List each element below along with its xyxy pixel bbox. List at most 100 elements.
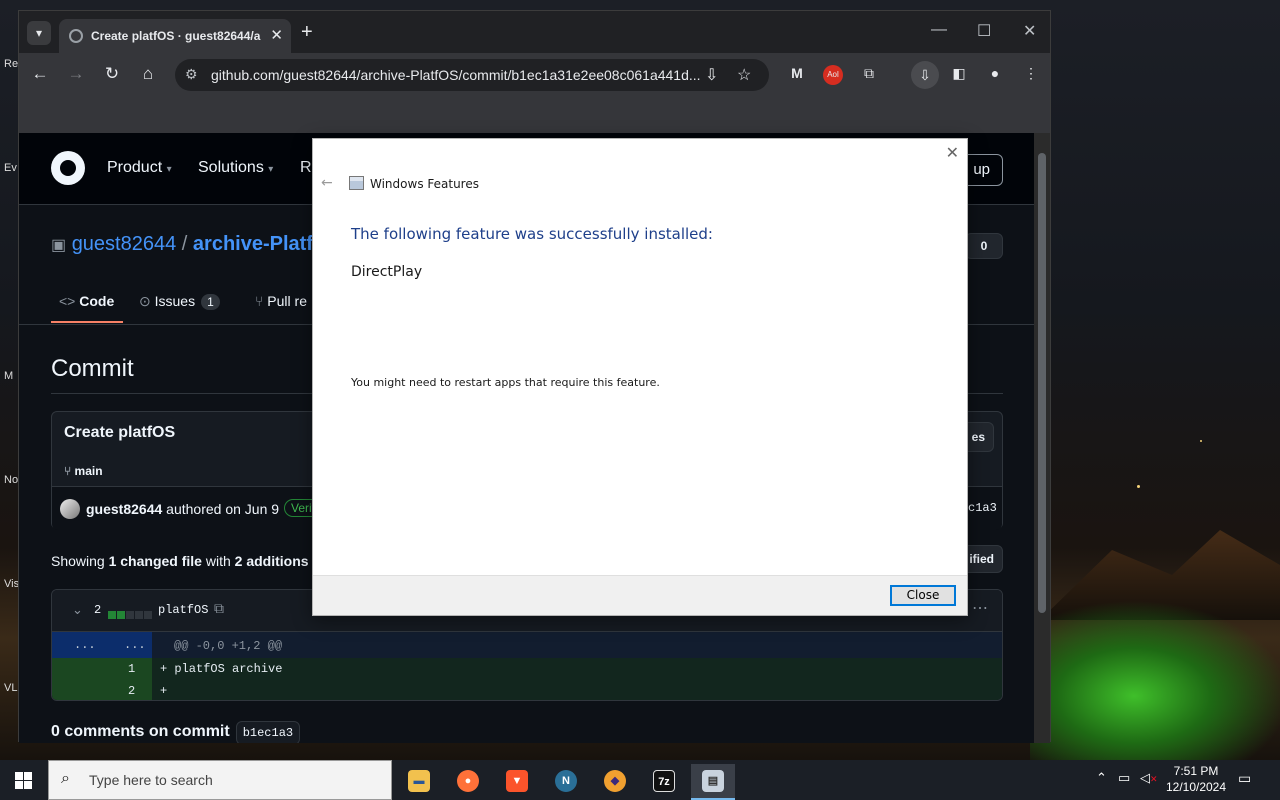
network-icon[interactable]: ▭ <box>1118 770 1130 786</box>
tab-code[interactable]: <> Code <box>59 293 114 309</box>
star-count[interactable]: 0 <box>965 233 1003 259</box>
profile-icon[interactable]: ● <box>985 65 1005 85</box>
tab-issues[interactable]: ⊙ Issues 1 <box>139 293 220 310</box>
wallpaper-star <box>1200 440 1202 442</box>
nav-solutions[interactable]: Solutions ▾ <box>198 159 273 177</box>
tab-pull-requests[interactable]: ⑂ Pull re <box>255 293 307 309</box>
authored-date: authored on Jun 9 <box>166 501 280 517</box>
browser-toolbar: ← → ↻ ⌂ ⚙ github.com/guest82644/archive-… <box>19 53 1050 97</box>
aol-extension-icon[interactable]: Aol <box>823 65 843 85</box>
dialog-close-icon[interactable]: ✕ <box>946 143 959 162</box>
nav-label: Product <box>107 159 163 176</box>
issue-icon: ⊙ <box>139 293 151 309</box>
copy-icon[interactable]: ⧉ <box>214 600 224 617</box>
diffstat-neutral <box>126 611 134 619</box>
browser-tab-active[interactable]: Create platfOS · guest82644/ar ✕ <box>59 19 291 53</box>
branch-name: main <box>74 464 103 478</box>
firefox-icon: ● <box>457 770 479 792</box>
7zip-icon: 7z <box>653 770 675 792</box>
additions-count: 2 additions <box>234 553 309 569</box>
scrollbar-thumb[interactable] <box>1038 153 1046 613</box>
extensions-puzzle-icon[interactable]: ⧉ <box>859 65 879 85</box>
close-button[interactable]: Close <box>890 585 956 606</box>
windows-features-dialog: ✕ ← Windows Features The following featu… <box>312 138 968 616</box>
notification-center-icon[interactable]: ▭ <box>1238 770 1251 787</box>
line-number: 2 <box>128 684 136 698</box>
line-gutter[interactable]: 1 <box>52 658 152 680</box>
site-info-icon[interactable]: ⚙ <box>185 66 198 83</box>
back-arrow-icon[interactable]: ← <box>29 64 51 84</box>
taskbar-search[interactable]: ⌕ Type here to search <box>48 760 392 800</box>
line-text: + platfOS archive <box>160 662 283 676</box>
system-clock[interactable]: 7:51 PM 12/10/2024 <box>1160 763 1232 795</box>
avatar[interactable] <box>60 499 80 519</box>
diffstat-bars <box>108 606 153 624</box>
line-text: + <box>160 684 168 698</box>
chevron-down-icon[interactable]: ⌄ <box>72 602 83 618</box>
tray-overflow-icon[interactable]: ⌃ <box>1096 770 1107 786</box>
malwarebytes-extension-icon[interactable]: M <box>787 65 807 85</box>
side-panel-icon[interactable]: ◧ <box>949 65 969 85</box>
start-button[interactable] <box>0 760 48 800</box>
windows-logo-icon <box>24 772 32 780</box>
url-text[interactable]: github.com/guest82644/archive-PlatfOS/co… <box>211 67 701 83</box>
new-tab-button[interactable]: + <box>301 21 313 44</box>
diffstat-neutral <box>135 611 143 619</box>
changed-files-count: 1 changed file <box>108 553 202 569</box>
branch-icon: ⑂ <box>64 464 72 478</box>
bookmark-bar <box>19 97 1050 133</box>
issue-counter: 1 <box>201 294 220 310</box>
home-icon[interactable]: ⌂ <box>137 64 159 84</box>
github-favicon-icon <box>69 29 83 43</box>
tab-close-icon[interactable]: ✕ <box>270 26 283 44</box>
window-close-icon[interactable]: ✕ <box>1023 21 1036 41</box>
taskbar-app-brave[interactable]: ▼ <box>495 764 539 800</box>
hunk-expand[interactable]: ... ... <box>52 632 152 658</box>
diff-line: 1 + platfOS archive <box>52 658 1002 680</box>
github-logo-icon[interactable] <box>51 151 85 185</box>
downloads-icon[interactable]: ⇩ <box>911 61 939 89</box>
hunk-header: ... ... @@ -0,0 +1,2 @@ <box>52 632 1002 658</box>
file-name[interactable]: platfOS <box>158 603 208 617</box>
menu-kebab-icon[interactable]: ⋮ <box>1021 65 1041 85</box>
commit-sha[interactable]: c1a3 <box>968 501 997 515</box>
comments-label: 0 comments on commit <box>51 723 230 740</box>
repo-owner-link[interactable]: guest82644 <box>72 233 177 255</box>
install-app-icon[interactable]: ⇩ <box>705 65 718 85</box>
minimize-icon[interactable]: — <box>931 21 947 39</box>
forward-arrow-icon[interactable]: → <box>65 64 87 84</box>
bookmark-star-icon[interactable]: ☆ <box>737 65 751 85</box>
search-icon: ⌕ <box>61 770 70 787</box>
tab-search-dropdown[interactable]: ▾ <box>27 21 51 45</box>
taskbar-app-n[interactable]: N <box>544 764 588 800</box>
branch-label[interactable]: ⑂ main <box>64 464 103 478</box>
nav-product[interactable]: Product ▾ <box>107 159 172 177</box>
address-bar[interactable]: ⚙ github.com/guest82644/archive-PlatfOS/… <box>175 59 769 91</box>
page-scrollbar[interactable] <box>1034 133 1050 743</box>
more-options-icon[interactable]: ⋯ <box>972 598 988 618</box>
maximize-icon[interactable]: ☐ <box>977 21 991 41</box>
chevron-down-icon: ▾ <box>166 164 172 175</box>
taskbar-app-firefox[interactable]: ● <box>446 764 490 800</box>
tab-label: Pull re <box>267 293 307 309</box>
windows-features-icon: ▤ <box>702 770 724 792</box>
repo-name-link[interactable]: archive-Platf <box>193 233 313 255</box>
author-link[interactable]: guest82644 <box>86 501 162 517</box>
taskbar-app-windows-features[interactable]: ▤ <box>691 764 735 800</box>
chevron-down-icon: ▾ <box>268 164 274 175</box>
reload-icon[interactable]: ↻ <box>101 64 123 84</box>
taskbar-app-shield[interactable]: ◆ <box>593 764 637 800</box>
taskbar-app-file-explorer[interactable]: ▬ <box>397 764 441 800</box>
diffstat-add <box>108 611 116 619</box>
installed-feature-name: DirectPlay <box>351 264 423 280</box>
commit-title: Create platfOS <box>64 424 176 441</box>
taskbar-app-7zip[interactable]: 7z <box>642 764 686 800</box>
back-arrow-icon[interactable]: ← <box>321 175 333 191</box>
clock-date: 12/10/2024 <box>1165 780 1227 794</box>
tab-bar: ▾ Create platfOS · guest82644/ar ✕ + — ☐… <box>19 11 1050 53</box>
dialog-footer: Close <box>313 575 967 615</box>
diffstat-neutral <box>144 611 152 619</box>
volume-muted-icon[interactable]: ◁✕ <box>1140 770 1158 786</box>
windows-logo-icon <box>15 781 23 789</box>
line-gutter[interactable]: 2 <box>52 680 152 700</box>
